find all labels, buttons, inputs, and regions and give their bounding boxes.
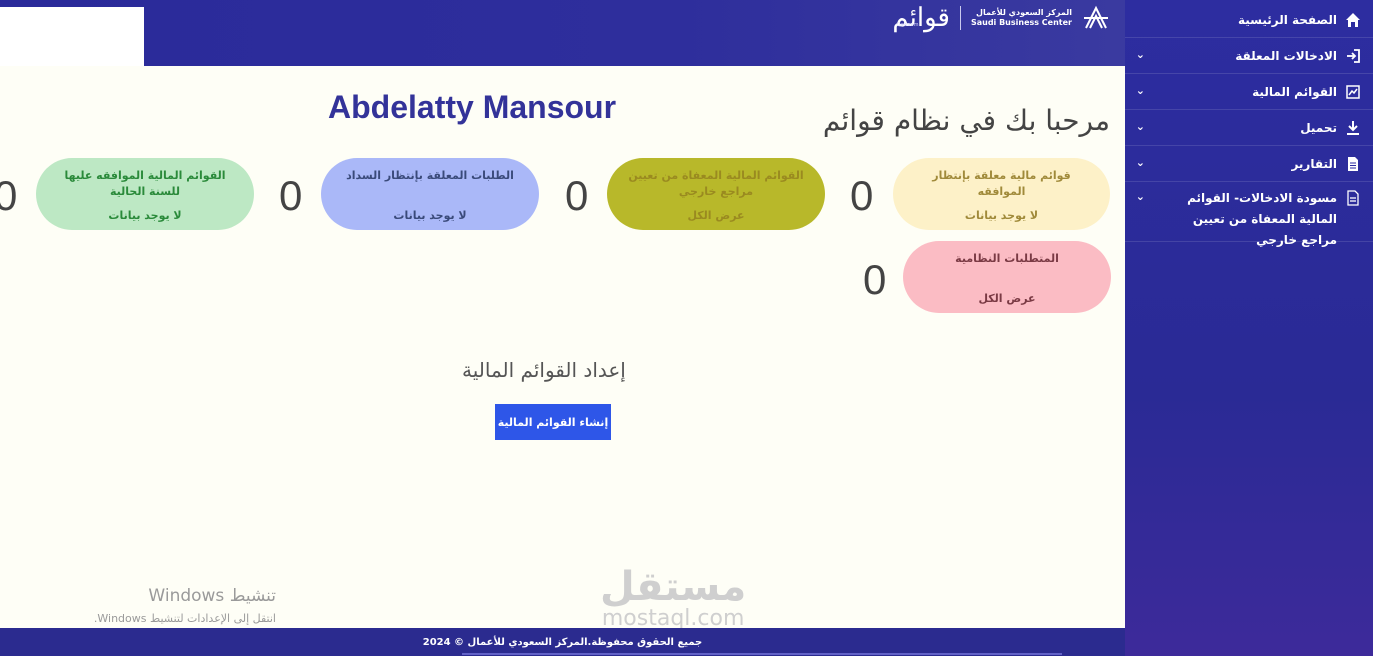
- sidebar-item-financial-statements[interactable]: القوائم المالية ⌄: [1125, 74, 1373, 110]
- watermark-en: mostaql.com: [601, 606, 745, 631]
- watermark: مستقل mostaql.com: [600, 566, 746, 630]
- sidebar-item-download[interactable]: تحميل ⌄: [1125, 110, 1373, 146]
- card-regulatory-requirements[interactable]: المتطلبات النظامية عرض الكل: [903, 241, 1111, 313]
- card-pending-approval[interactable]: قوائم مالية معلقة بإنتظار الموافقه لا يو…: [893, 158, 1110, 230]
- card-approved-current-year[interactable]: القوائم المالية الموافقه عليها للسنة الح…: [36, 158, 254, 230]
- user-name: Abdelatty Mansour: [328, 89, 617, 125]
- card-title: قوائم مالية معلقة بإنتظار الموافقه: [932, 169, 1071, 198]
- windows-activation-subtitle: انتقل إلى الإعدادات لتنشيط Windows.: [93, 612, 276, 625]
- blank-panel: [0, 7, 144, 66]
- chevron-down-icon[interactable]: ⌄: [1133, 156, 1145, 169]
- card-exempt-statements[interactable]: القوائم المالية المعفاة من تعيين مراجع خ…: [607, 158, 825, 230]
- brand-divider: [959, 6, 961, 30]
- home-icon: [1346, 13, 1360, 27]
- file-icon: [1348, 157, 1358, 171]
- sidebar-item-pending-entries[interactable]: الادخالات المعلقة ⌄: [1125, 38, 1373, 74]
- card-title: القوائم المالية المعفاة من تعيين مراجع خ…: [628, 169, 804, 198]
- watermark-ar: مستقل: [600, 564, 747, 610]
- brand-name-en: Saudi Business Center: [970, 18, 1072, 27]
- sidebar-item-label: تحميل: [1300, 121, 1337, 135]
- sidebar-item-reports[interactable]: التقارير ⌄: [1125, 146, 1373, 182]
- sidebar-item-draft-entries[interactable]: مسودة الادخالات- القوائم المالية المعفاة…: [1125, 182, 1373, 247]
- document-icon: [1347, 190, 1359, 206]
- sidebar-item-label: الصفحة الرئيسية: [1237, 13, 1337, 27]
- card-footer[interactable]: لا يوجد بيانات: [965, 209, 1038, 222]
- saudi-business-center-logo-icon: [1084, 5, 1108, 29]
- chevron-down-icon[interactable]: ⌄: [1133, 190, 1145, 203]
- sidebar-item-label: القوائم المالية: [1252, 85, 1337, 99]
- card-count: 0: [0, 172, 18, 219]
- product-logo: قوائم Qawaem: [892, 5, 950, 31]
- card-footer[interactable]: لا يوجد بيانات: [393, 209, 466, 222]
- chevron-down-icon[interactable]: ⌄: [1133, 84, 1145, 97]
- card-count: 0: [863, 256, 887, 303]
- brand-text: المركز السعودي للأعمال Saudi Business Ce…: [971, 8, 1072, 28]
- card-footer-view-all[interactable]: عرض الكل: [687, 209, 744, 222]
- chevron-down-icon[interactable]: ⌄: [1133, 48, 1145, 61]
- section-title: إعداد القوائم المالية: [462, 358, 626, 382]
- sidebar-item-home[interactable]: الصفحة الرئيسية: [1125, 0, 1373, 38]
- product-name-en: Qawaem: [896, 22, 919, 28]
- card-count: 0: [565, 172, 589, 219]
- footer-divider: [462, 653, 1062, 655]
- sidebar-item-label: الادخالات المعلقة: [1235, 49, 1337, 63]
- chevron-down-icon[interactable]: ⌄: [1133, 120, 1145, 133]
- card-footer-view-all[interactable]: عرض الكل: [978, 292, 1035, 305]
- download-icon: [1347, 121, 1359, 135]
- sign-in-icon: [1347, 49, 1360, 63]
- brand-logo[interactable]: المركز السعودي للأعمال Saudi Business Ce…: [892, 0, 1110, 36]
- card-title: الطلبات المعلقة بإنتظار السداد: [346, 169, 514, 182]
- create-financial-statements-button[interactable]: إنشاء القوائم المالية: [495, 404, 611, 440]
- sidebar-item-label: التقارير: [1291, 157, 1337, 171]
- footer: جميع الحقوق محفوظة.المركز السعودي للأعما…: [0, 628, 1125, 656]
- chart-icon: [1346, 85, 1360, 99]
- card-title: القوائم المالية الموافقه عليها للسنة الح…: [64, 169, 226, 198]
- card-title: المتطلبات النظامية: [955, 252, 1059, 265]
- windows-activation-notice: تنشيط Windows انتقل إلى الإعدادات لتنشيط…: [66, 586, 276, 625]
- page-title: مرحبا بك في نظام قوائم: [822, 104, 1110, 137]
- sidebar: الصفحة الرئيسية الادخالات المعلقة ⌄ القو…: [1125, 0, 1373, 656]
- card-count: 0: [850, 172, 874, 219]
- card-count: 0: [279, 172, 303, 219]
- main-content: Abdelatty Mansour مرحبا بك في نظام قوائم…: [0, 66, 1125, 630]
- sidebar-item-label: مسودة الادخالات- القوائم المالية المعفاة…: [1187, 191, 1337, 247]
- card-pending-payment[interactable]: الطلبات المعلقة بإنتظار السداد لا يوجد ب…: [321, 158, 539, 230]
- card-footer[interactable]: لا يوجد بيانات: [108, 209, 181, 222]
- windows-activation-title: تنشيط Windows: [148, 586, 276, 606]
- brand-name-ar: المركز السعودي للأعمال: [976, 8, 1072, 17]
